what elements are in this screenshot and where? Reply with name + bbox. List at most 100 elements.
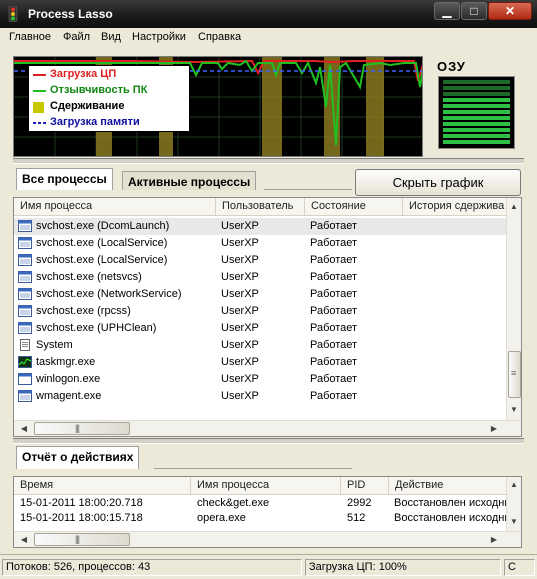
table-row[interactable]: svchost.exe (NetworkService) UserXP Работа… [14, 286, 521, 303]
table-row[interactable]: svchost.exe (DcomLaunch) UserXP Работает [14, 218, 521, 235]
actions-table-header: Время Имя процесса PID Действие [14, 477, 521, 495]
table-row[interactable]: svchost.exe (UPHClean) UserXP Работает [14, 320, 521, 337]
action-row[interactable]: 15-01-2011 18:00:20.718 check&get.exe 2992… [14, 496, 521, 511]
menu-file[interactable]: Файл [63, 31, 90, 43]
menu-view[interactable]: Вид [101, 31, 121, 43]
action-text-cell: Восстановлен исходный [394, 497, 519, 509]
col-restraint-history[interactable]: История сдержива [403, 198, 521, 216]
process-state-cell: Работает [310, 322, 358, 334]
table-row[interactable]: System UserXP Работает [14, 337, 521, 354]
table-row[interactable]: svchost.exe (netsvcs) UserXP Работает [14, 269, 521, 286]
window-icon [18, 390, 32, 402]
table-row[interactable]: taskmgr.exe UserXP Работает [14, 354, 521, 371]
process-hscroll-thumb[interactable]: ||| [34, 422, 130, 435]
action-process-cell: opera.exe [197, 512, 246, 524]
process-user-cell: UserXP [221, 220, 259, 232]
taskmgr-icon [18, 356, 32, 368]
maximize-button[interactable]: □ [461, 2, 487, 20]
tab-all-processes[interactable]: Все процессы [16, 168, 113, 190]
process-user-cell: UserXP [221, 271, 259, 283]
window-icon [18, 322, 32, 334]
minimize-button[interactable]: ▁ [434, 2, 460, 20]
actions-splitter[interactable] [13, 438, 524, 444]
tab-active-processes[interactable]: Активные процессы [122, 171, 257, 190]
process-name-cell: svchost.exe (LocalService) [36, 237, 168, 249]
process-hscrollbar[interactable]: ◀ ||| ▶ [14, 420, 521, 436]
close-icon: ✕ [504, 4, 516, 18]
hscroll-grip-icon: ||| [75, 423, 80, 433]
process-name-cell: wmagent.exe [36, 390, 102, 402]
close-button[interactable]: ✕ [488, 2, 532, 20]
col-state[interactable]: Состояние [305, 198, 403, 216]
blank-window-icon [18, 373, 32, 385]
actions-hscrollbar[interactable]: ◀ ||| ▶ [14, 531, 521, 547]
process-name-cell: svchost.exe (LocalService) [36, 254, 168, 266]
graph-splitter[interactable] [13, 158, 524, 164]
scroll-right-button[interactable]: ▶ [487, 422, 501, 436]
window-icon [18, 220, 32, 232]
process-name-cell: System [36, 339, 73, 351]
hide-graph-button[interactable]: Скрыть график [355, 169, 521, 196]
process-user-cell: UserXP [221, 356, 259, 368]
table-row[interactable]: svchost.exe (LocalService) UserXP Работает [14, 252, 521, 269]
table-row[interactable]: wmagent.exe UserXP Работает [14, 388, 521, 405]
process-vscrollbar[interactable]: ▲ ≡ ▼ [506, 198, 521, 420]
maximize-icon: □ [470, 4, 478, 18]
process-name-cell: svchost.exe (DcomLaunch) [36, 220, 170, 232]
menu-main[interactable]: Главное [9, 31, 51, 43]
process-state-cell: Работает [310, 305, 358, 317]
window-icon [18, 254, 32, 266]
actions-hscroll-thumb[interactable]: ||| [34, 533, 130, 546]
process-name-cell: svchost.exe (rpcss) [36, 305, 131, 317]
legend-cpu-swatch [33, 74, 46, 76]
process-user-cell: UserXP [221, 373, 259, 385]
process-state-cell: Работает [310, 373, 358, 385]
menu-bar: Главное Файл Вид Настройки Справка [0, 28, 537, 48]
process-state-cell: Работает [310, 356, 358, 368]
tab-actions-log[interactable]: Отчёт о действиях [16, 446, 140, 469]
menu-settings[interactable]: Настройки [132, 31, 186, 43]
actions-vscrollbar[interactable]: ▲ ▼ [506, 477, 521, 531]
process-name-cell: winlogon.exe [36, 373, 101, 385]
document-icon [18, 339, 32, 351]
table-row[interactable]: svchost.exe (rpcss) UserXP Работает [14, 303, 521, 320]
scroll-left-button[interactable]: ◀ [17, 422, 31, 436]
actions-table: Время Имя процесса PID Действие 15-01-20… [13, 476, 522, 548]
process-user-cell: UserXP [221, 322, 259, 334]
col-user[interactable]: Пользователь [216, 198, 305, 216]
ram-label: ОЗУ [437, 59, 466, 74]
action-process-cell: check&get.exe [197, 497, 270, 509]
col-pid[interactable]: PID [341, 477, 389, 495]
table-row[interactable]: svchost.exe (LocalService) UserXP Работает [14, 235, 521, 252]
actions-scroll-down-button[interactable]: ▼ [507, 515, 521, 529]
legend-memory-swatch [33, 122, 46, 124]
cpu-graph: Загрузка ЦП Отзывчивость ПК Сдерживание … [13, 56, 423, 157]
menu-help[interactable]: Справка [198, 31, 241, 43]
process-user-cell: UserXP [221, 237, 259, 249]
actions-scroll-up-button[interactable]: ▲ [507, 478, 521, 492]
minimize-icon: ▁ [442, 4, 452, 18]
process-user-cell: UserXP [221, 254, 259, 266]
col-time[interactable]: Время [14, 477, 191, 495]
legend-responsiveness-swatch [33, 90, 46, 92]
process-user-cell: UserXP [221, 390, 259, 402]
process-user-cell: UserXP [221, 305, 259, 317]
col-process-name[interactable]: Имя процесса [14, 198, 216, 216]
status-cpu-load: Загрузка ЦП: 100% [305, 559, 501, 576]
action-pid-cell: 2992 [347, 497, 372, 509]
col-action[interactable]: Действие [389, 477, 521, 495]
ram-meter [438, 76, 515, 149]
status-bar: Потоков: 526, процессов: 43 Загрузка ЦП:… [0, 554, 537, 579]
process-vscroll-thumb[interactable]: ≡ [508, 351, 521, 398]
scroll-up-button[interactable]: ▲ [507, 200, 521, 214]
action-row[interactable]: 15-01-2011 18:00:15.718 opera.exe 512 Восст… [14, 511, 521, 526]
graph-legend: Загрузка ЦП Отзывчивость ПК Сдерживание … [28, 65, 190, 132]
actions-scroll-right-button[interactable]: ▶ [487, 533, 501, 547]
actions-scroll-left-button[interactable]: ◀ [17, 533, 31, 547]
process-table-header: Имя процесса Пользователь Состояние Исто… [14, 198, 521, 216]
window-icon [18, 288, 32, 300]
table-row[interactable]: winlogon.exe UserXP Работает [14, 371, 521, 388]
col-action-process[interactable]: Имя процесса [191, 477, 341, 495]
scroll-down-button[interactable]: ▼ [507, 403, 521, 417]
process-state-cell: Работает [310, 339, 358, 351]
